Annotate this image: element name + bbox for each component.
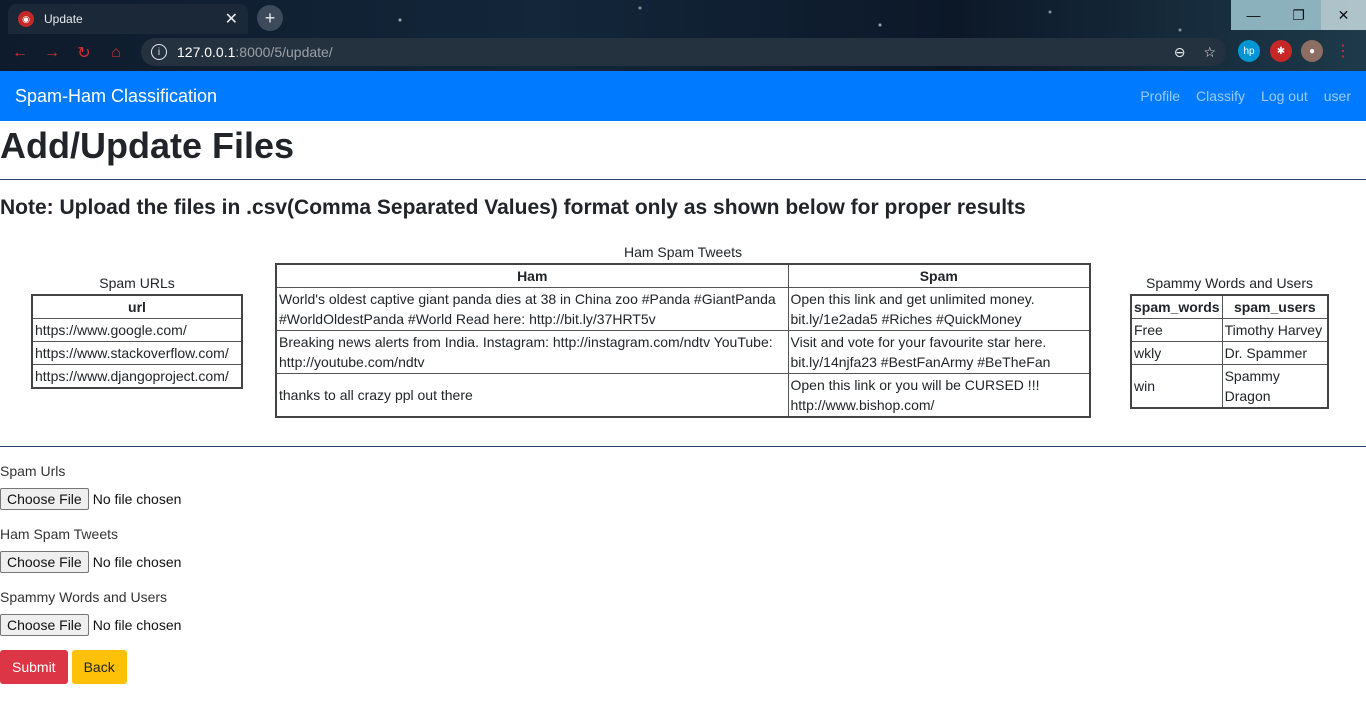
spam-urls-table: Spam URLs url https://www.google.com/ ht… (31, 275, 243, 389)
favicon-icon: ◉ (18, 11, 34, 27)
table-cell: https://www.djangoproject.com/ (31, 364, 243, 389)
site-info-icon[interactable]: i (151, 44, 167, 60)
table-header: spam_words (1130, 294, 1223, 319)
nav-profile[interactable]: Profile (1140, 88, 1180, 104)
navbar: Spam-Ham Classification Profile Classify… (0, 71, 1366, 121)
page-title: Add/Update Files (0, 125, 295, 166)
sample-tables: Spam URLs url https://www.google.com/ ht… (0, 221, 1366, 446)
table-header: Ham (275, 263, 789, 288)
table-row: https://www.djangoproject.com/ (31, 364, 243, 389)
table-row: win Spammy Dragon (1130, 364, 1329, 409)
nav-logout[interactable]: Log out (1261, 88, 1308, 104)
table-caption: Ham Spam Tweets (623, 244, 742, 260)
table-caption: Spam URLs (99, 275, 175, 291)
table-cell: thanks to all crazy ppl out there (275, 373, 789, 418)
url-path: :8000/5/update/ (235, 44, 333, 60)
menu-kebab-icon[interactable]: ⋮ (1332, 40, 1354, 62)
divider (0, 446, 1366, 447)
table-cell: https://www.google.com/ (31, 318, 243, 342)
reload-icon[interactable]: ↻ (68, 38, 100, 68)
address-bar[interactable]: i 127.0.0.1 :8000/5/update/ ⊖ ☆ (141, 38, 1226, 66)
back-button[interactable]: Back (71, 650, 127, 684)
table-header: spam_users (1221, 294, 1329, 319)
field-label: Spammy Words and Users (0, 589, 168, 605)
navbar-brand[interactable]: Spam-Ham Classification (15, 86, 1124, 107)
table-cell: wkly (1130, 341, 1223, 365)
table-row: World's oldest captive giant panda dies … (275, 287, 1091, 331)
spammy-words-table: Spammy Words and Users spam_words spam_u… (1130, 275, 1329, 409)
table-cell: https://www.stackoverflow.com/ (31, 341, 243, 365)
nav-links: Profile Classify Log out user (1124, 88, 1351, 104)
submit-button[interactable]: Submit (0, 650, 68, 684)
minimize-icon[interactable]: — (1231, 0, 1276, 30)
home-icon[interactable]: ⌂ (100, 38, 132, 68)
divider (0, 179, 1366, 180)
main-content: Add/Update Files Note: Upload the files … (0, 122, 1366, 684)
table-header: Spam (787, 263, 1091, 288)
choose-file-button[interactable]: Choose File (0, 488, 89, 510)
table-row: thanks to all crazy ppl out there Open t… (275, 373, 1091, 418)
ham-spam-tweets-group: Ham Spam Tweets Choose File No file chos… (0, 526, 1366, 573)
ham-spam-table: Ham Spam Tweets Ham Spam World's oldest … (275, 244, 1091, 418)
extension-icon[interactable]: ✱ (1270, 40, 1292, 62)
table-row: Breaking news alerts from India. Instagr… (275, 330, 1091, 374)
window-close-icon[interactable]: ✕ (1321, 0, 1366, 30)
choose-file-button[interactable]: Choose File (0, 614, 89, 636)
zoom-icon[interactable]: ⊖ (1174, 44, 1186, 61)
upload-form: Spam Urls Choose File No file chosen Ham… (0, 463, 1366, 684)
nav-classify[interactable]: Classify (1196, 88, 1245, 104)
table-row: https://www.stackoverflow.com/ (31, 341, 243, 365)
table-cell: Visit and vote for your favourite star h… (787, 330, 1091, 374)
table-cell: World's oldest captive giant panda dies … (275, 287, 789, 331)
spam-urls-group: Spam Urls Choose File No file chosen (0, 463, 1366, 510)
spammy-words-group: Spammy Words and Users Choose File No fi… (0, 589, 1366, 636)
bookmark-star-icon[interactable]: ☆ (1203, 44, 1216, 61)
file-status: No file chosen (92, 491, 182, 507)
profile-avatar-icon[interactable]: ● (1301, 40, 1323, 62)
window-controls: — ❐ ✕ (1231, 0, 1366, 30)
new-tab-icon[interactable]: + (257, 5, 283, 31)
table-cell: win (1130, 364, 1223, 409)
close-icon[interactable]: ✕ (225, 9, 238, 29)
forward-arrow-icon[interactable]: → (36, 38, 68, 68)
table-caption: Spammy Words and Users (1145, 275, 1313, 291)
table-row: https://www.google.com/ (31, 318, 243, 342)
table-cell: Breaking news alerts from India. Instagr… (275, 330, 789, 374)
nav-user[interactable]: user (1324, 88, 1351, 104)
table-cell: Dr. Spammer (1221, 341, 1329, 365)
table-row: Free Timothy Harvey (1130, 318, 1329, 342)
table-header: url (31, 294, 243, 319)
table-row: wkly Dr. Spammer (1130, 341, 1329, 365)
field-label: Ham Spam Tweets (0, 526, 119, 542)
browser-toolbar: ← → ↻ ⌂ i 127.0.0.1 :8000/5/update/ ⊖ ☆ … (0, 34, 1366, 71)
back-arrow-icon[interactable]: ← (4, 38, 36, 68)
table-cell: Open this link and get unlimited money. … (787, 287, 1091, 331)
form-actions: Submit Back (0, 650, 1366, 684)
choose-file-button[interactable]: Choose File (0, 551, 89, 573)
table-cell: Timothy Harvey (1221, 318, 1329, 342)
format-note: Note: Upload the files in .csv(Comma Sep… (0, 196, 1026, 219)
browser-tab[interactable]: ◉ Update ✕ (8, 4, 248, 34)
table-cell: Open this link or you will be CURSED !!!… (787, 373, 1091, 418)
file-status: No file chosen (92, 554, 182, 570)
tab-title: Update (44, 12, 83, 26)
hp-extension-icon[interactable]: hp (1238, 40, 1260, 62)
browser-chrome: ◉ Update ✕ + — ❐ ✕ ← → ↻ ⌂ i 127.0.0.1 :… (0, 0, 1366, 71)
table-cell: Spammy Dragon (1221, 364, 1329, 409)
restore-icon[interactable]: ❐ (1276, 0, 1321, 30)
file-status: No file chosen (92, 617, 182, 633)
url-host: 127.0.0.1 (177, 44, 236, 60)
field-label: Spam Urls (0, 463, 66, 479)
table-cell: Free (1130, 318, 1223, 342)
